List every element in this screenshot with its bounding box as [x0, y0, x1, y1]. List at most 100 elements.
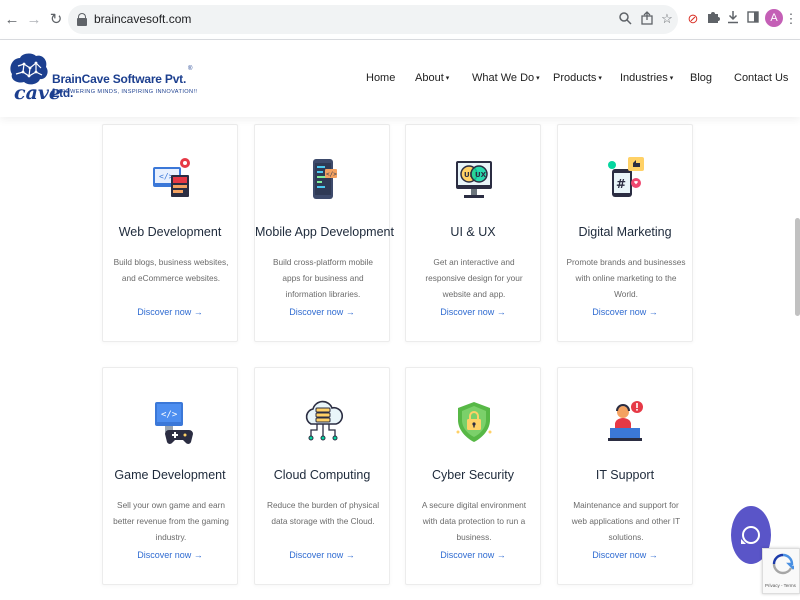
service-card-mobile-app-development: </> Mobile App Development Build cross-p…: [254, 124, 394, 342]
address-bar[interactable]: braincavesoft.com ☆: [68, 5, 678, 34]
recaptcha-icon: [772, 553, 794, 575]
discover-now-label: Discover now: [289, 307, 344, 317]
discover-now-label: Discover now: [440, 550, 495, 560]
company-logo[interactable]: cave BrainCave Software Pvt. Ltd. ® EMPO…: [6, 52, 206, 106]
service-description: Promote brands and businesses with onlin…: [566, 257, 686, 299]
page-scrollbar[interactable]: [795, 218, 800, 316]
it-support-icon: [608, 401, 643, 441]
discover-now-label: Discover now: [137, 307, 192, 317]
discover-now-label: Discover now: [440, 307, 495, 317]
service-description: Sell your own game and earn better reven…: [113, 500, 229, 542]
recaptcha-badge[interactable]: Privacy - Terms: [762, 548, 800, 594]
nav-what-we-do[interactable]: What We Do ▾: [472, 72, 540, 84]
nav-about-label: About: [415, 72, 444, 84]
nav-industries-label: Industries: [620, 72, 668, 84]
discover-now-label: Discover now: [592, 307, 647, 317]
discover-now-link[interactable]: Discover now →: [255, 307, 389, 317]
arrow-right-icon: →: [496, 307, 506, 317]
logo-tagline: EMPOWERING MINDS, INSPIRING INNOVATION!!: [52, 89, 198, 95]
arrow-right-icon: →: [648, 550, 658, 560]
recaptcha-privacy-terms[interactable]: Privacy - Terms: [765, 583, 796, 588]
service-title: Mobile App Development: [255, 225, 394, 239]
nav-products[interactable]: Products ▾: [553, 72, 602, 84]
extensions-puzzle-icon[interactable]: [704, 10, 722, 28]
service-description: A secure digital environment with data p…: [421, 500, 527, 542]
discover-now-link[interactable]: Discover now →: [103, 307, 237, 317]
service-title: Web Development: [118, 225, 222, 239]
nav-what-we-do-label: What We Do: [472, 72, 535, 84]
url-text[interactable]: braincavesoft.com: [94, 12, 191, 26]
nav-industries[interactable]: Industries ▾: [620, 72, 673, 84]
discover-now-link[interactable]: Discover now →: [103, 550, 237, 560]
service-title: UI & UX: [450, 225, 496, 239]
forward-arrow-icon[interactable]: →: [24, 10, 44, 30]
svg-text:</>: </>: [326, 171, 337, 178]
side-panel-icon[interactable]: [744, 10, 762, 28]
logo-registered-mark: ®: [188, 66, 193, 72]
service-card-cloud-computing: Cloud Computing Reduce the burden of phy…: [254, 367, 390, 585]
arrow-right-icon: →: [345, 550, 355, 560]
nav-blog[interactable]: Blog: [690, 72, 712, 84]
nav-home-label: Home: [366, 72, 396, 84]
logo-company-name: BrainCave Software Pvt. Ltd.: [52, 72, 187, 100]
nav-home[interactable]: Home: [366, 72, 395, 84]
service-description: Reduce the burden of physical data stora…: [266, 500, 380, 526]
service-card-ui-ux: UI UX UI & UX Get an interactive and res…: [405, 124, 541, 342]
download-icon[interactable]: [724, 10, 742, 28]
svg-text:UX: UX: [475, 171, 487, 179]
web-development-icon: </>: [153, 158, 190, 197]
service-card-game-development: </> Game Development Sell your own game …: [102, 367, 238, 585]
lock-icon[interactable]: [77, 13, 87, 26]
profile-avatar[interactable]: A: [765, 9, 783, 27]
service-title: Game Development: [114, 468, 226, 482]
nav-products-label: Products: [553, 72, 597, 84]
arrow-right-icon: →: [648, 307, 658, 317]
arrow-right-icon: →: [193, 550, 203, 560]
service-title: Cloud Computing: [273, 468, 371, 482]
service-title: Cyber Security: [432, 468, 514, 482]
svg-text:UI: UI: [464, 171, 472, 179]
kebab-menu-icon[interactable]: ⋮: [782, 10, 800, 28]
chevron-down-icon: ▾: [445, 75, 450, 82]
discover-now-label: Discover now: [137, 550, 192, 560]
browser-toolbar: ← → ↻ braincavesoft.com ☆ ⊘ A ⋮: [0, 0, 800, 40]
nav-contact-us-label: Contact Us: [734, 72, 789, 84]
reload-icon[interactable]: ↻: [46, 10, 66, 30]
service-card-web-development: </> Web Development Build blogs, busines…: [102, 124, 238, 342]
discover-now-link[interactable]: Discover now →: [558, 550, 692, 560]
service-card-digital-marketing: # Digital Marketing Promote brands and b…: [557, 124, 693, 342]
chevron-down-icon: ▾: [536, 75, 540, 82]
discover-now-link[interactable]: Discover now →: [406, 307, 540, 317]
ui-ux-icon: UI UX: [456, 161, 492, 198]
arrow-right-icon: →: [496, 550, 506, 560]
arrow-right-icon: →: [193, 307, 203, 317]
service-card-cyber-security: Cyber Security A secure digital environm…: [405, 367, 541, 585]
chevron-down-icon: ▾: [598, 75, 602, 82]
zoom-icon[interactable]: [617, 11, 633, 27]
discover-now-link[interactable]: Discover now →: [406, 550, 540, 560]
discover-now-link[interactable]: Discover now →: [255, 550, 389, 560]
extension-red-icon[interactable]: ⊘: [684, 10, 702, 28]
nav-about[interactable]: About ▾: [415, 72, 449, 84]
service-description: Build cross-platform mobile apps for bus…: [272, 257, 374, 299]
nav-contact-us[interactable]: Contact Us: [734, 72, 788, 84]
nav-blog-label: Blog: [690, 72, 713, 84]
back-arrow-icon[interactable]: ←: [2, 10, 22, 30]
svg-text:</>: </>: [161, 410, 178, 420]
arrow-right-icon: →: [345, 307, 355, 317]
service-card-it-support: IT Support Maintenance and support for w…: [557, 367, 693, 585]
service-title: IT Support: [595, 468, 655, 482]
service-title: Digital Marketing: [578, 225, 672, 239]
bookmark-star-icon[interactable]: ☆: [659, 11, 675, 27]
service-description: Build blogs, business websites, and eCom…: [113, 257, 229, 283]
share-icon[interactable]: [639, 11, 655, 27]
service-description: Maintenance and support for web applicat…: [571, 500, 681, 542]
chevron-down-icon: ▾: [669, 75, 674, 82]
digital-marketing-icon: #: [608, 157, 644, 197]
discover-now-link[interactable]: Discover now →: [558, 307, 692, 317]
service-description: Get an interactive and responsive design…: [425, 257, 523, 299]
cloud-computing-icon: [305, 400, 344, 441]
cyber-security-icon: [456, 402, 492, 442]
discover-now-label: Discover now: [289, 550, 344, 560]
mobile-app-icon: </>: [313, 159, 337, 199]
